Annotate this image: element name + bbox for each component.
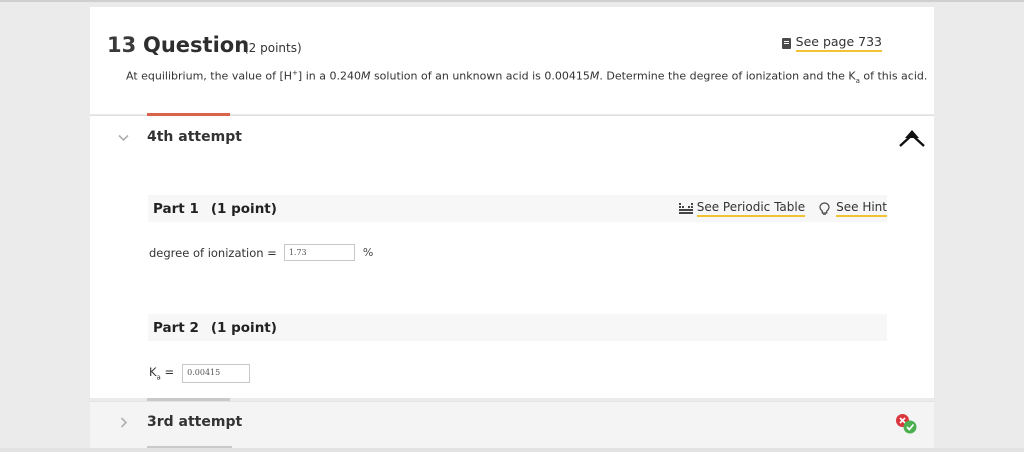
see-periodic-table-label: See Periodic Table <box>696 200 806 217</box>
see-page-link[interactable]: See page 733 <box>781 34 882 52</box>
part1-header: Part 1 (1 point) See Periodic Table See H… <box>148 195 887 222</box>
chevron-down-icon[interactable] <box>118 131 129 145</box>
question-card: 13 Question (2 points) See page 733 At e… <box>90 7 934 114</box>
bottom-border <box>0 448 1024 452</box>
arrow-up-icon[interactable] <box>898 127 926 149</box>
part1-title: Part 1 (1 point) <box>153 201 277 217</box>
part1-field-row: degree of ionization = 1.73 % <box>149 244 373 261</box>
degree-of-ionization-input[interactable]: 1.73 <box>283 244 355 261</box>
periodic-table-icon <box>678 202 693 214</box>
attempt-label-current[interactable]: 4th attempt <box>147 129 242 145</box>
ka-input[interactable]: 0.00415 <box>182 364 251 383</box>
question-title: Question <box>143 33 250 57</box>
chevron-right-icon[interactable] <box>120 417 128 431</box>
book-icon <box>781 37 791 49</box>
percent-unit: % <box>362 246 374 259</box>
see-periodic-table-link[interactable]: See Periodic Table <box>678 200 806 217</box>
incorrect-correct-status-icon <box>896 414 917 434</box>
see-hint-label: See Hint <box>836 200 887 217</box>
question-text: At equilibrium, the value of [H+] in a 0… <box>126 69 928 85</box>
top-border <box>0 0 1024 2</box>
question-number: 13 <box>107 33 137 57</box>
question-points: (2 points) <box>244 41 302 55</box>
part2-title: Part 2 (1 point) <box>153 320 277 336</box>
part1-tools: See Periodic Table See Hint <box>665 200 887 217</box>
part2-header: Part 2 (1 point) <box>148 314 887 341</box>
attempt-active-accent <box>147 113 230 116</box>
attempt-label-previous[interactable]: 3rd attempt <box>147 414 242 430</box>
part2-field-row: Ka = 0.00415 <box>149 364 251 383</box>
ka-label: Ka = <box>149 365 175 382</box>
see-page-label: See page 733 <box>795 34 882 52</box>
lightbulb-icon <box>819 202 830 215</box>
see-hint-link[interactable]: See Hint <box>819 200 887 217</box>
degree-of-ionization-label: degree of ionization = <box>149 245 277 260</box>
